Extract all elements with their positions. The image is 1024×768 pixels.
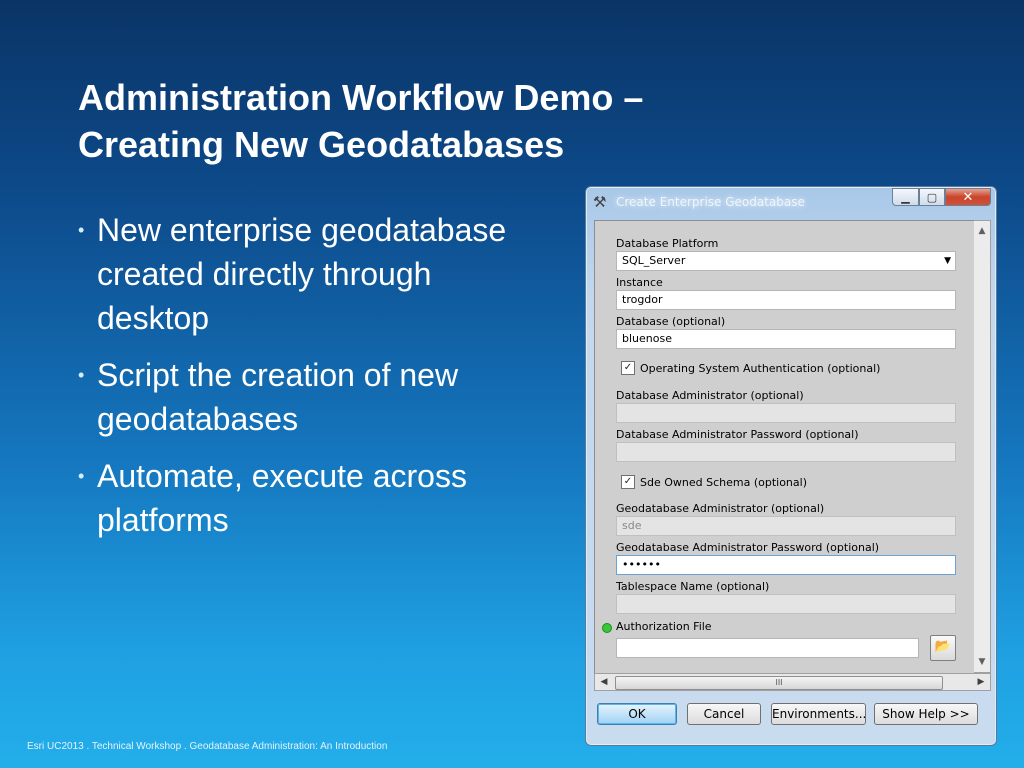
db-admin-password-input[interactable] — [616, 442, 956, 462]
chevron-down-icon: ▼ — [944, 256, 951, 266]
bullet-list: • New enterprise geodatabase created dire… — [78, 208, 548, 555]
maximize-button[interactable]: ▢ — [919, 188, 945, 206]
bullet-dot-icon: • — [78, 466, 85, 486]
bullet-text: Automate, execute across platforms — [97, 458, 467, 538]
ok-button[interactable]: OK — [597, 703, 677, 725]
gdb-admin-label: Geodatabase Administrator (optional) — [616, 502, 825, 515]
instance-label: Instance — [616, 276, 663, 289]
cancel-button[interactable]: Cancel — [687, 703, 761, 725]
browse-folder-button[interactable]: 📂 — [930, 635, 956, 661]
bullet-item: • Script the creation of new geodatabases — [78, 353, 548, 441]
window-controls: ▁ ▢ ✕ — [892, 188, 991, 206]
database-input[interactable]: bluenose — [616, 329, 956, 349]
scroll-up-icon[interactable]: ▲ — [974, 223, 990, 239]
parameters-panel: Database Platform SQL_Server ▼ Instance … — [594, 220, 976, 675]
dialog-titlebar[interactable]: ⚒ Create Enterprise Geodatabase ▁ ▢ ✕ — [586, 187, 996, 217]
dialog-title: Create Enterprise Geodatabase — [616, 195, 805, 209]
sde-schema-checkbox-row[interactable]: ✓ Sde Owned Schema (optional) — [621, 475, 807, 489]
os-auth-label: Operating System Authentication (optiona… — [640, 361, 881, 375]
environments-button[interactable]: Environments... — [771, 703, 866, 725]
gdb-admin-password-label: Geodatabase Administrator Password (opti… — [616, 541, 880, 554]
maximize-icon: ▢ — [926, 190, 938, 204]
bullet-dot-icon: • — [78, 365, 85, 385]
slide-title: Administration Workflow Demo – Creating … — [78, 74, 778, 168]
bullet-item: • Automate, execute across platforms — [78, 454, 548, 542]
platform-select[interactable]: SQL_Server ▼ — [616, 251, 956, 271]
minimize-button[interactable]: ▁ — [892, 188, 919, 206]
hammer-icon: ⚒ — [593, 193, 607, 211]
slide-title-line2: Creating New Geodatabases — [78, 124, 565, 165]
minimize-icon: ▁ — [901, 190, 910, 204]
scroll-down-icon[interactable]: ▼ — [974, 654, 990, 670]
slide-footer: Esri UC2013 . Technical Workshop . Geoda… — [27, 741, 388, 752]
horizontal-scrollbar[interactable]: ◀ III ▶ — [594, 673, 991, 691]
auth-file-label: Authorization File — [616, 620, 712, 633]
auth-file-input[interactable] — [616, 638, 919, 658]
close-icon: ✕ — [962, 189, 974, 205]
db-admin-label: Database Administrator (optional) — [616, 389, 804, 402]
gdb-admin-password-input[interactable]: •••••• — [616, 555, 956, 575]
scroll-right-icon[interactable]: ▶ — [973, 674, 989, 690]
os-auth-checkbox-row[interactable]: ✓ Operating System Authentication (optio… — [621, 361, 880, 375]
bullet-item: • New enterprise geodatabase created dire… — [78, 208, 548, 340]
gdb-admin-input[interactable]: sde — [616, 516, 956, 536]
bullet-dot-icon: • — [78, 220, 85, 240]
scroll-left-icon[interactable]: ◀ — [596, 674, 612, 690]
slide-title-line1: Administration Workflow Demo – — [78, 77, 644, 118]
platform-label: Database Platform — [616, 237, 719, 250]
os-auth-checkbox[interactable]: ✓ — [621, 361, 635, 375]
scroll-thumb[interactable]: III — [615, 676, 943, 690]
db-admin-input[interactable] — [616, 403, 956, 423]
close-button[interactable]: ✕ — [945, 188, 991, 206]
bullet-text: New enterprise geodatabase created direc… — [97, 212, 507, 336]
folder-icon: 📂 — [934, 639, 952, 654]
show-help-button[interactable]: Show Help >> — [874, 703, 978, 725]
tablespace-input[interactable] — [616, 594, 956, 614]
instance-input[interactable]: trogdor — [616, 290, 956, 310]
create-enterprise-geodatabase-dialog: ⚒ Create Enterprise Geodatabase ▁ ▢ ✕ Da… — [585, 186, 997, 746]
required-indicator-icon — [602, 623, 612, 633]
database-label: Database (optional) — [616, 315, 726, 328]
sde-schema-label: Sde Owned Schema (optional) — [640, 475, 807, 489]
vertical-scrollbar[interactable]: ▲ ▼ — [974, 220, 991, 673]
db-admin-password-label: Database Administrator Password (optiona… — [616, 428, 859, 441]
bullet-text: Script the creation of new geodatabases — [97, 357, 459, 437]
platform-value: SQL_Server — [622, 254, 686, 267]
tablespace-label: Tablespace Name (optional) — [616, 580, 770, 593]
sde-schema-checkbox[interactable]: ✓ — [621, 475, 635, 489]
